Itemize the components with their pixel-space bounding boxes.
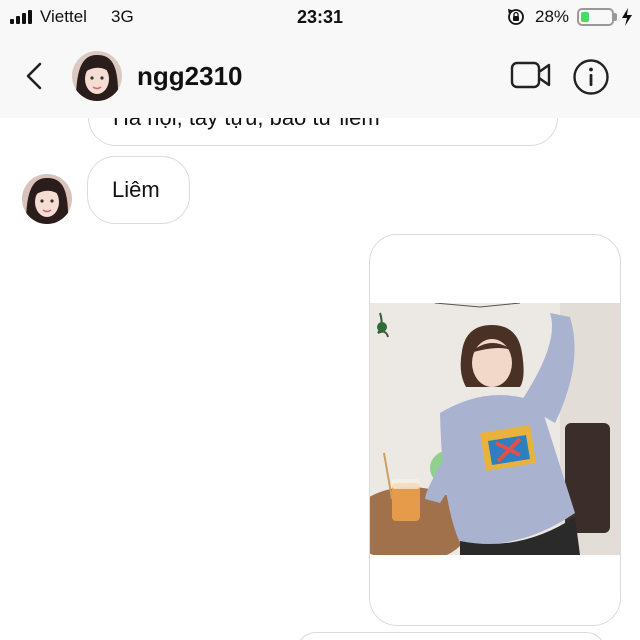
- back-chevron-icon[interactable]: [20, 58, 50, 94]
- profile-avatar[interactable]: [72, 51, 122, 101]
- message-bubble-next[interactable]: [296, 632, 606, 640]
- battery-level-fill: [581, 12, 589, 22]
- message-bubble-partial[interactable]: Hà nội, tây tựu, bao từ liêm: [88, 118, 558, 146]
- message-text: Hà nội, tây tựu, bao từ liêm: [113, 118, 533, 131]
- sender-avatar[interactable]: [22, 174, 72, 224]
- message-thread[interactable]: Hà nội, tây tựu, bao từ liêm Liêm: [0, 118, 640, 640]
- video-call-icon[interactable]: [510, 60, 552, 90]
- shared-photo[interactable]: [370, 303, 620, 555]
- photo-message[interactable]: [369, 234, 621, 626]
- rotation-lock-icon: [507, 8, 524, 25]
- charging-bolt-icon: [622, 8, 632, 26]
- message-bubble[interactable]: Liêm: [87, 156, 190, 224]
- message-text: Liêm: [112, 177, 160, 202]
- info-icon[interactable]: [572, 58, 610, 96]
- battery-icon: [577, 8, 614, 26]
- battery-tip: [614, 13, 617, 21]
- chat-header: ngg2310: [0, 34, 640, 119]
- chat-username[interactable]: ngg2310: [137, 61, 243, 92]
- battery-percent: 28%: [535, 7, 570, 26]
- status-bar: Viettel 3G 23:31 28%: [0, 0, 640, 34]
